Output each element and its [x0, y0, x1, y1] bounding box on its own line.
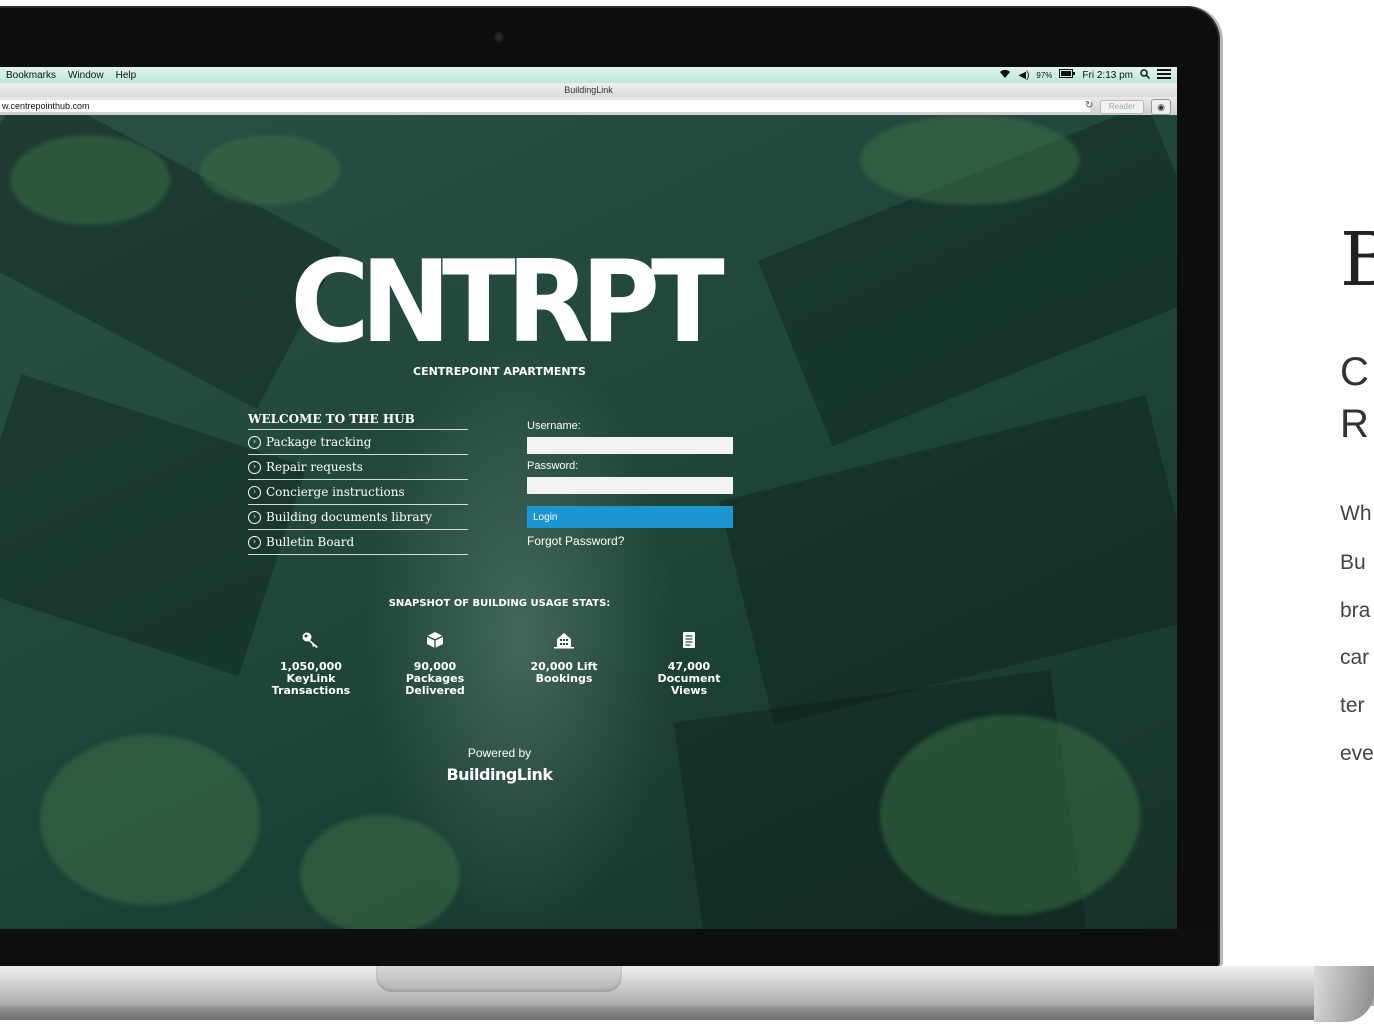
volume-icon[interactable]: ◀): [1018, 70, 1029, 81]
side-paragraph-line: Wh: [1340, 502, 1372, 525]
browser-title-bar: BuildingLink: [0, 83, 1177, 97]
stat-label: Bookings: [535, 672, 593, 685]
side-paragraph-line: eve: [1340, 742, 1374, 765]
feature-label: Concierge instructions: [266, 485, 405, 499]
laptop-screen: Bookmarks Window Help ◀) 97% Fri 2:13 pm…: [0, 67, 1177, 929]
notification-center-icon[interactable]: [1157, 68, 1171, 82]
laptop-base-corner: [1314, 966, 1374, 1022]
wifi-icon[interactable]: [999, 69, 1011, 82]
stat-label: Transactions: [271, 684, 351, 697]
menu-bookmarks[interactable]: Bookmarks: [6, 70, 56, 81]
feature-link-repair-requests[interactable]: › Repair requests: [248, 455, 468, 480]
background-foliage: [10, 135, 170, 225]
browser-toolbar: w.centrepointhub.com ↻ Reader ◉: [0, 97, 1177, 116]
username-label: Username:: [527, 420, 581, 432]
buildinglink-logo[interactable]: BuildingLink: [248, 765, 751, 784]
side-big-letter: B: [1340, 217, 1374, 303]
side-heading-line2: R: [1340, 402, 1369, 446]
stat-keylink: 1,050,000 KeyLink Transactions: [251, 631, 371, 697]
stat-label: Delivered: [405, 684, 465, 697]
welcome-list: WELCOME TO THE HUB › Package tracking › …: [248, 412, 468, 555]
feature-link-bulletin-board[interactable]: › Bulletin Board: [248, 530, 468, 555]
background-foliage: [880, 715, 1140, 915]
site-subtitle: CENTREPOINT APARTMENTS: [413, 365, 586, 378]
laptop-base-top: [0, 966, 1374, 1006]
share-icon[interactable]: ◉: [1151, 99, 1171, 115]
feature-label: Repair requests: [266, 460, 363, 474]
key-icon: [251, 631, 371, 649]
reader-button[interactable]: Reader: [1100, 100, 1144, 114]
login-button[interactable]: Login: [527, 506, 733, 528]
stat-lift-bookings: 20,000 Lift Bookings: [504, 631, 624, 685]
menu-bar-status: ◀) 97% Fri 2:13 pm: [999, 67, 1171, 83]
browser-title: BuildingLink: [564, 85, 613, 95]
menu-help[interactable]: Help: [116, 70, 137, 81]
chevron-circle-icon: ›: [248, 460, 261, 474]
feature-link-concierge-instructions[interactable]: › Concierge instructions: [248, 480, 468, 505]
menu-window[interactable]: Window: [68, 70, 104, 81]
side-paragraph-line: car: [1340, 646, 1370, 669]
feature-label: Building documents library: [266, 510, 433, 524]
welcome-heading: WELCOME TO THE HUB: [248, 412, 468, 430]
laptop-base: [0, 966, 1374, 1025]
battery-percent: 97%: [1036, 70, 1053, 80]
stats-heading: SNAPSHOT OF BUILDING USAGE STATS:: [388, 598, 611, 609]
stat-label: Views: [670, 684, 708, 697]
side-paragraph-line: bra: [1340, 599, 1371, 622]
side-heading-line1: C: [1340, 350, 1369, 394]
chevron-circle-icon: ›: [248, 485, 261, 499]
battery-icon[interactable]: [1059, 69, 1076, 81]
package-icon: [375, 631, 495, 649]
feature-label: Bulletin Board: [266, 535, 355, 549]
login-form: Username: Password: Login Forgot Passwor…: [527, 420, 734, 548]
building-icon: [504, 631, 624, 649]
document-icon: [629, 631, 749, 649]
web-page: CNTRPT CENTREPOINT APARTMENTS WELCOME TO…: [0, 115, 1177, 929]
password-label: Password:: [527, 460, 579, 472]
stat-document-views: 47,000 Document Views: [629, 631, 749, 697]
menu-bar: Bookmarks Window Help ◀) 97% Fri 2:13 pm: [0, 67, 1177, 83]
url-field[interactable]: w.centrepointhub.com: [0, 100, 1090, 112]
side-paragraph-line: ter: [1340, 694, 1365, 717]
camera-icon: [494, 32, 504, 42]
background-foliage: [300, 815, 460, 929]
feature-link-package-tracking[interactable]: › Package tracking: [248, 430, 468, 455]
feature-label: Package tracking: [266, 435, 372, 449]
laptop-chin: [0, 930, 1218, 966]
background-building: [718, 395, 1177, 725]
background-foliage: [200, 135, 340, 205]
background-foliage: [40, 735, 260, 905]
username-field[interactable]: [527, 437, 733, 454]
chevron-circle-icon: ›: [248, 510, 261, 524]
side-paragraph-line: Bu: [1340, 551, 1366, 574]
stat-packages: 90,000 Packages Delivered: [375, 631, 495, 697]
chevron-circle-icon: ›: [248, 435, 261, 449]
powered-by-label: Powered by: [467, 746, 532, 760]
site-logo[interactable]: CNTRPT: [248, 246, 758, 359]
laptop-base-edge: [0, 1006, 1330, 1020]
chevron-circle-icon: ›: [248, 535, 261, 549]
forgot-password-link[interactable]: Forgot Password?: [527, 534, 734, 548]
feature-link-building-documents[interactable]: › Building documents library: [248, 505, 468, 530]
password-field[interactable]: [527, 477, 733, 494]
menu-clock[interactable]: Fri 2:13 pm: [1082, 70, 1133, 81]
spotlight-search-icon[interactable]: [1140, 68, 1151, 82]
laptop-opening-notch: [376, 966, 622, 992]
background-foliage: [860, 115, 1080, 205]
reload-icon[interactable]: ↻: [1085, 100, 1093, 111]
